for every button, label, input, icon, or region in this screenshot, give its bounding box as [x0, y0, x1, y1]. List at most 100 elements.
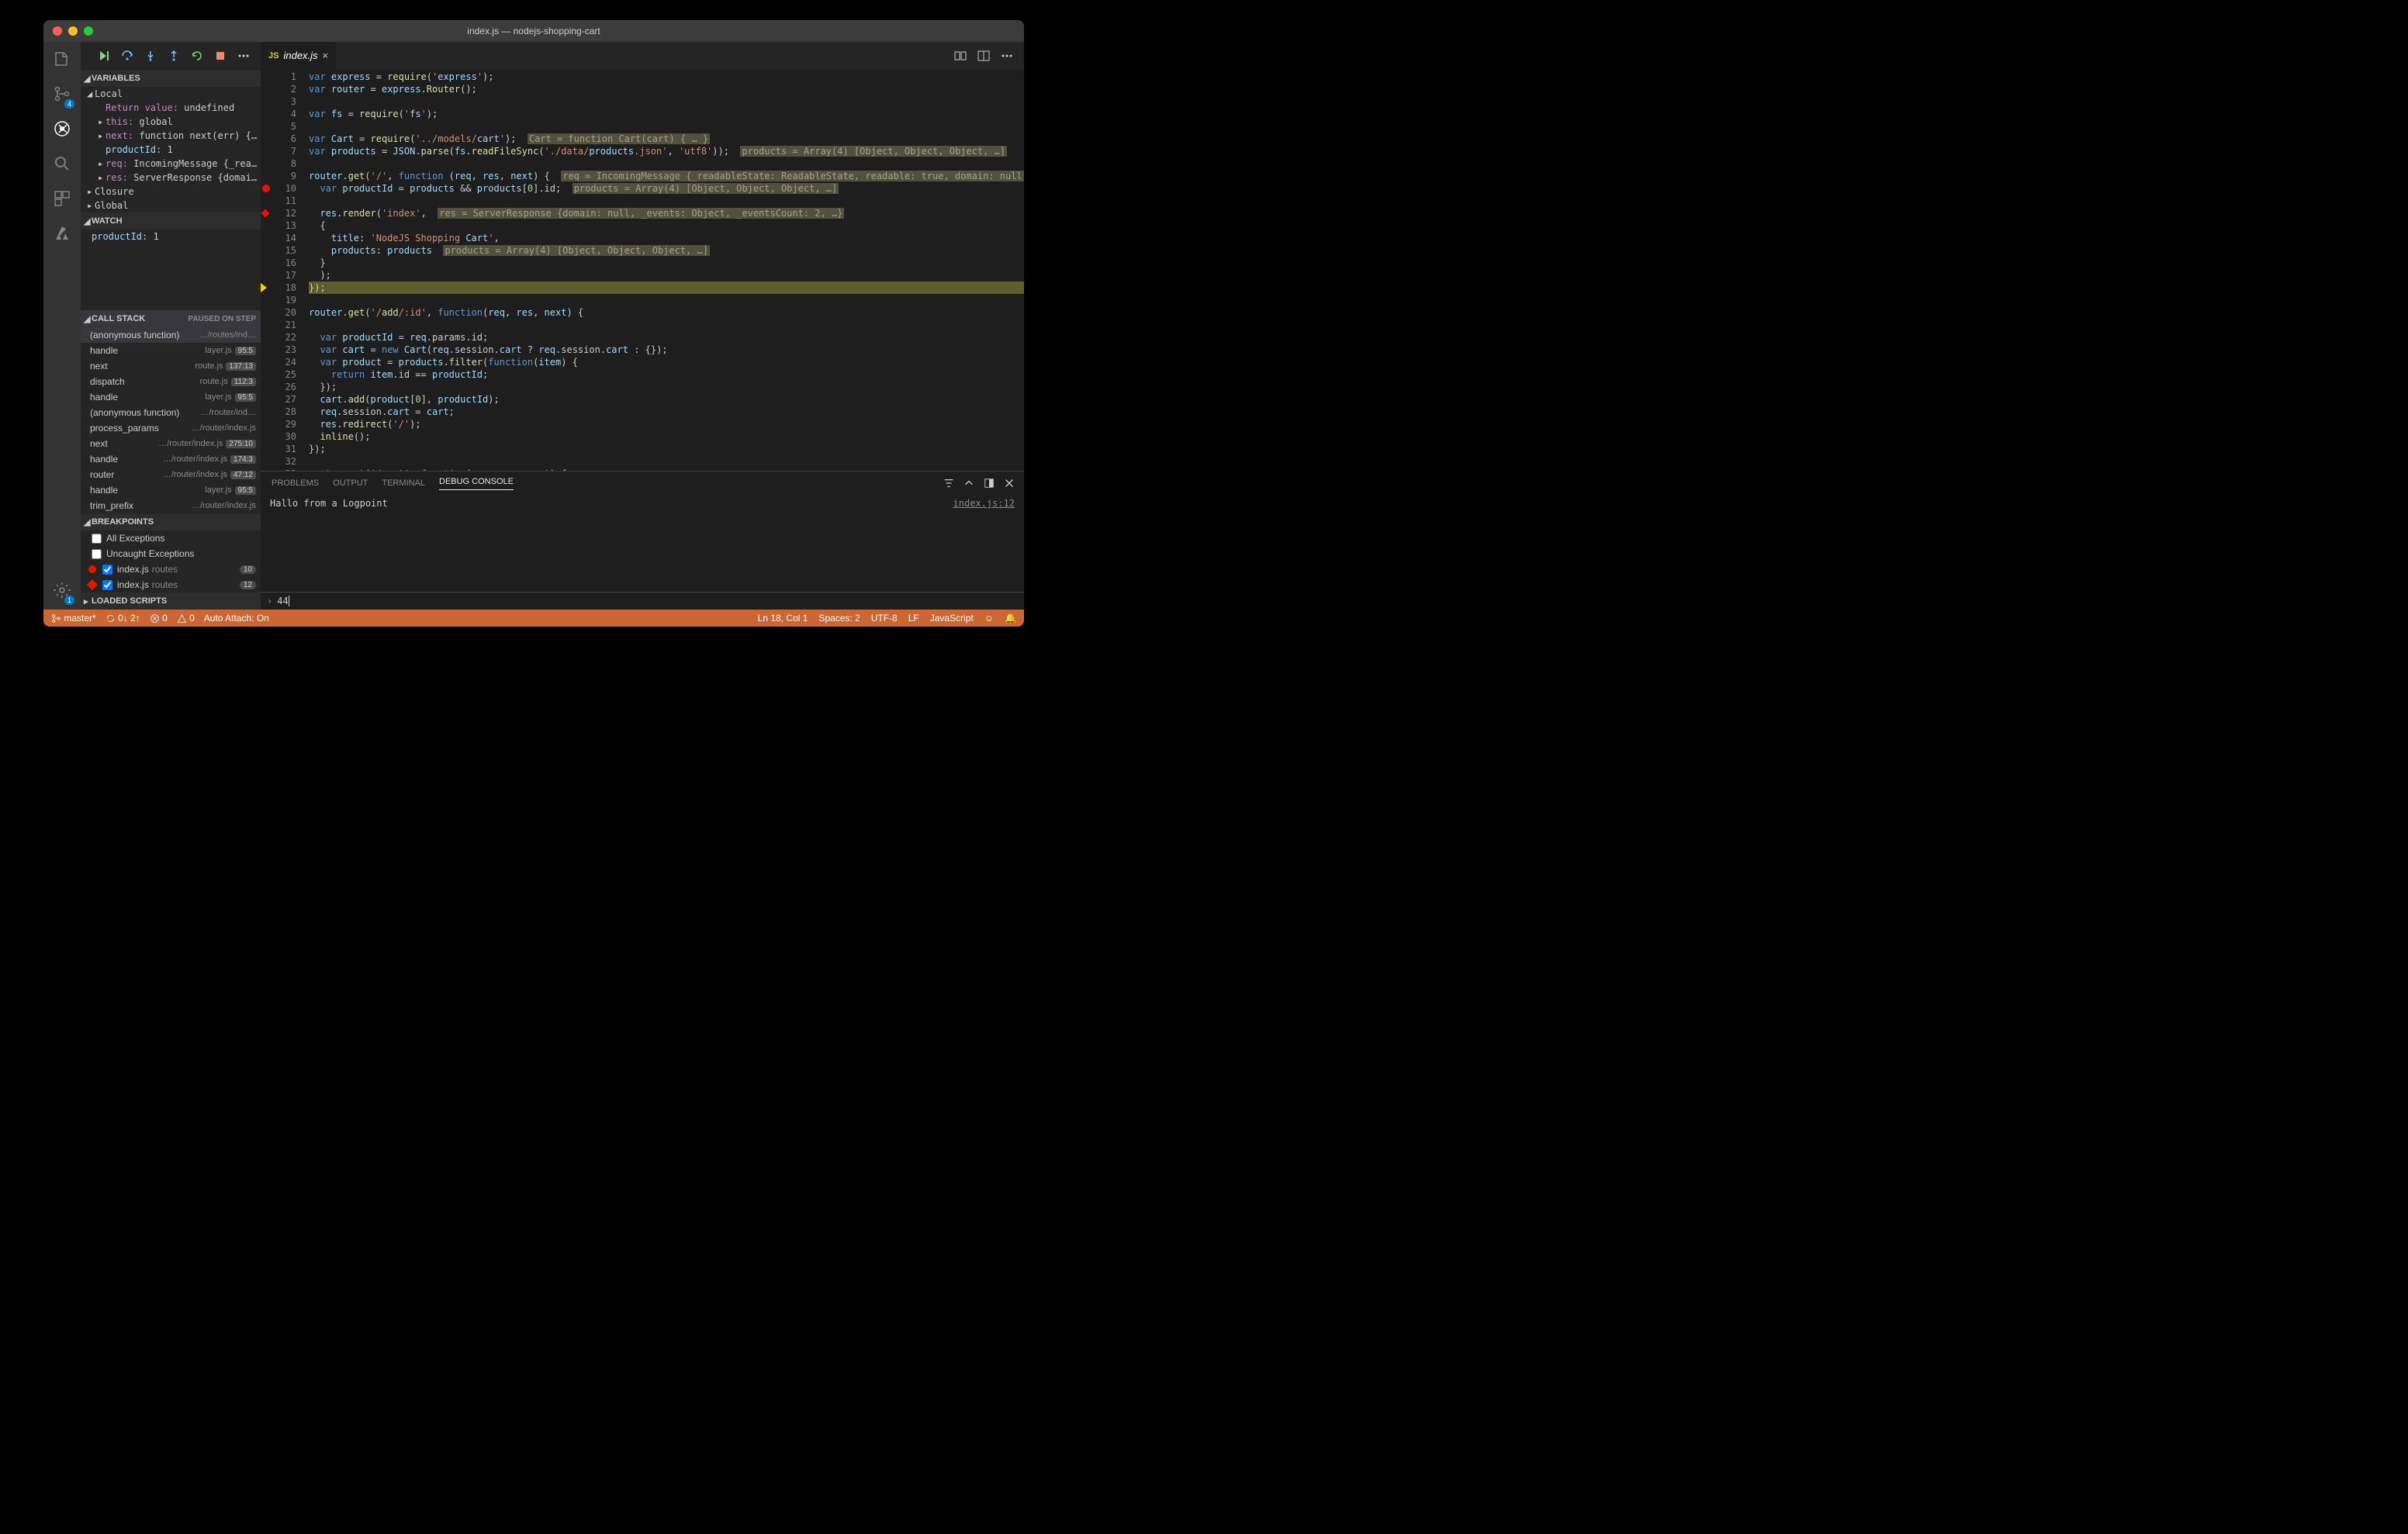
- code-editor[interactable]: 1234567891011121314151617181920212223242…: [261, 69, 1024, 471]
- code-content[interactable]: var express = require('express');var rou…: [309, 69, 1024, 471]
- variable-row[interactable]: ▸this: global: [81, 115, 261, 129]
- bp-uncaught-exceptions[interactable]: Uncaught Exceptions: [81, 546, 261, 561]
- maximize-panel-icon[interactable]: [984, 478, 995, 489]
- js-file-icon: JS: [268, 51, 279, 60]
- bp-all-exceptions-checkbox[interactable]: [92, 534, 102, 544]
- callstack-frame[interactable]: router…/router/index.js47:12: [81, 467, 261, 482]
- encoding-indicator[interactable]: UTF-8: [871, 613, 898, 624]
- panel-tabs: PROBLEMS OUTPUT TERMINAL DEBUG CONSOLE: [261, 472, 1024, 495]
- scope-global[interactable]: ▸Global: [81, 199, 261, 212]
- bp-uncaught-exceptions-checkbox[interactable]: [92, 549, 102, 559]
- callstack-frame[interactable]: handlelayer.js95:5: [81, 482, 261, 498]
- callstack-frame[interactable]: handlelayer.js95:5: [81, 389, 261, 405]
- bp-checkbox[interactable]: [102, 565, 112, 575]
- chevron-up-icon[interactable]: [964, 478, 974, 489]
- log-source-link[interactable]: index.js:12: [953, 498, 1015, 589]
- feedback-icon[interactable]: ☺: [984, 613, 994, 624]
- variables-section-header[interactable]: ◢VARIABLES: [81, 70, 261, 87]
- scm-icon[interactable]: 4: [53, 85, 71, 105]
- language-indicator[interactable]: JavaScript: [930, 613, 974, 624]
- bell-icon[interactable]: 🔔: [1005, 613, 1016, 624]
- activity-bar: 4 1: [43, 42, 81, 610]
- window-title: index.js — nodejs-shopping-cart: [43, 26, 1024, 36]
- variables-body: ◢Local Return value: undefined▸this: glo…: [81, 87, 261, 212]
- panel-tab-terminal[interactable]: TERMINAL: [382, 479, 425, 488]
- callstack-frame[interactable]: nextroute.js137:13: [81, 358, 261, 374]
- breakpoints-section-header[interactable]: ◢BREAKPOINTS: [81, 513, 261, 530]
- callstack-section-header[interactable]: ◢CALL STACKPAUSED ON STEP: [81, 310, 261, 327]
- search-icon[interactable]: [53, 154, 71, 175]
- callstack-frame[interactable]: process_params…/router/index.js: [81, 420, 261, 436]
- split-editor-icon[interactable]: [977, 50, 990, 62]
- tab-label: index.js: [283, 50, 317, 61]
- debug-sidebar: ◢VARIABLES ◢Local Return value: undefine…: [81, 42, 261, 610]
- step-into-button[interactable]: [144, 50, 157, 62]
- cursor-position[interactable]: Ln 18, Col 1: [758, 613, 808, 624]
- auto-attach-indicator[interactable]: Auto Attach: On: [204, 613, 269, 624]
- repl-value: 44: [277, 596, 288, 606]
- variable-row[interactable]: ▸req: IncomingMessage {_readableSt…: [81, 157, 261, 171]
- loaded-scripts-label: LOADED SCRIPTS: [92, 596, 167, 606]
- watch-body: productId: 1: [81, 230, 261, 244]
- panel-tab-debug-console[interactable]: DEBUG CONSOLE: [439, 477, 514, 490]
- variable-row[interactable]: productId: 1: [81, 143, 261, 157]
- bp-all-exceptions[interactable]: All Exceptions: [81, 530, 261, 546]
- callstack-frame[interactable]: handle…/router/index.js174:3: [81, 451, 261, 467]
- breakpoint-row[interactable]: index.js routes12: [81, 577, 261, 593]
- azure-icon[interactable]: [53, 224, 71, 245]
- debug-icon[interactable]: [53, 119, 71, 140]
- continue-button[interactable]: [98, 50, 110, 62]
- panel: PROBLEMS OUTPUT TERMINAL DEBUG CONSOLE H…: [261, 471, 1024, 610]
- close-tab-icon[interactable]: ×: [323, 50, 329, 61]
- sync-indicator[interactable]: 0↓ 2↑: [106, 613, 140, 624]
- callstack-frame[interactable]: next…/router/index.js275:10: [81, 436, 261, 451]
- indent-indicator[interactable]: Spaces: 2: [818, 613, 860, 624]
- editor-tab[interactable]: JS index.js ×: [261, 42, 337, 69]
- debug-toolbar: [81, 42, 261, 70]
- step-out-button[interactable]: [168, 50, 180, 62]
- callstack-label: CALL STACK: [92, 314, 145, 323]
- variable-row[interactable]: ▸next: function next(err) { … }: [81, 129, 261, 143]
- breakpoints-label: BREAKPOINTS: [92, 517, 154, 527]
- watch-row[interactable]: productId: 1: [81, 230, 261, 244]
- scope-closure[interactable]: ▸Closure: [81, 185, 261, 199]
- compare-icon[interactable]: [954, 50, 967, 62]
- scm-badge: 4: [64, 99, 74, 109]
- filter-icon[interactable]: [943, 478, 954, 489]
- editor-group: JS index.js × 12345678910111213141516171…: [261, 42, 1024, 610]
- eol-indicator[interactable]: LF: [908, 613, 919, 624]
- breakpoint-row[interactable]: index.js routes10: [81, 561, 261, 577]
- callstack-body: (anonymous function)…/routes/ind…handlel…: [81, 327, 261, 513]
- variables-label: VARIABLES: [92, 74, 140, 83]
- repl-input[interactable]: › 44: [261, 592, 1024, 610]
- scope-local[interactable]: Local: [95, 88, 123, 99]
- loaded-scripts-header[interactable]: ▸LOADED SCRIPTS: [81, 593, 261, 610]
- explorer-icon[interactable]: [53, 50, 71, 71]
- panel-tab-problems[interactable]: PROBLEMS: [272, 479, 319, 488]
- variable-row[interactable]: Return value: undefined: [81, 101, 261, 115]
- status-bar: master* 0↓ 2↑ 0 0 Auto Attach: On Ln 18,…: [43, 610, 1024, 627]
- panel-tab-output[interactable]: OUTPUT: [333, 479, 368, 488]
- callstack-frame[interactable]: dispatchroute.js112:3: [81, 374, 261, 389]
- callstack-frame[interactable]: trim_prefix…/router/index.js: [81, 498, 261, 513]
- watch-section-header[interactable]: ◢WATCH: [81, 212, 261, 230]
- gutter: 1234567891011121314151617181920212223242…: [261, 69, 309, 471]
- branch-indicator[interactable]: master*: [51, 613, 96, 624]
- callstack-frame[interactable]: (anonymous function)…/router/ind…: [81, 405, 261, 420]
- bp-checkbox[interactable]: [102, 580, 112, 590]
- gear-badge: 1: [64, 596, 74, 605]
- more-icon[interactable]: [237, 50, 250, 62]
- callstack-frame[interactable]: handlelayer.js95:5: [81, 343, 261, 358]
- more-icon[interactable]: [1001, 50, 1013, 62]
- errors-indicator[interactable]: 0: [150, 613, 168, 624]
- restart-button[interactable]: [191, 50, 203, 62]
- repl-prompt-icon: ›: [267, 596, 272, 606]
- warnings-indicator[interactable]: 0: [177, 613, 195, 624]
- callstack-frame[interactable]: (anonymous function)…/routes/ind…: [81, 327, 261, 343]
- gear-icon[interactable]: 1: [53, 581, 71, 602]
- extensions-icon[interactable]: [53, 189, 71, 210]
- close-panel-icon[interactable]: [1004, 478, 1015, 489]
- step-over-button[interactable]: [121, 50, 133, 62]
- stop-button[interactable]: [214, 50, 227, 62]
- variable-row[interactable]: ▸res: ServerResponse {domain: null…: [81, 171, 261, 185]
